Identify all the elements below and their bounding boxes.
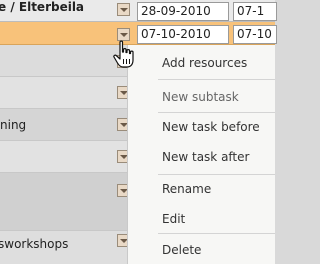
task-row[interactable] (0, 141, 140, 173)
task-dropdown-button-header[interactable] (117, 3, 130, 16)
task-row[interactable]: sworkshops (0, 231, 140, 264)
menu-separator (158, 233, 275, 234)
menu-separator (158, 79, 275, 80)
task-row[interactable] (0, 77, 140, 109)
menu-item-new-subtask[interactable]: New subtask (128, 85, 275, 109)
task-name-header: e / Elterbeila (0, 0, 85, 14)
menu-item-rename[interactable]: Rename (128, 177, 275, 201)
menu-separator (158, 112, 275, 113)
task-row[interactable]: ning (0, 109, 140, 141)
start-date-cell[interactable]: 28-09-2010 (137, 2, 229, 21)
hand-pointer-icon (113, 40, 134, 68)
menu-item-new-task-before[interactable]: New task before (128, 115, 275, 139)
start-date-cell-selected[interactable]: 07-10-2010 (137, 25, 229, 44)
menu-item-add-resources[interactable]: Add resources (128, 51, 275, 75)
end-date-cell-selected[interactable]: 07-10 (233, 25, 277, 44)
menu-item-new-task-after[interactable]: New task after (128, 145, 275, 169)
task-row-selected[interactable]: 07-10-2010 07-10 (0, 22, 277, 45)
end-date-cell[interactable]: 07-1 (233, 2, 277, 21)
menu-separator (158, 174, 275, 175)
task-name: ning (0, 117, 27, 132)
task-name: sworkshops (0, 236, 69, 251)
task-row[interactable] (0, 173, 140, 231)
context-menu: Add resources New subtask New task befor… (127, 45, 275, 264)
menu-item-edit[interactable]: Edit (128, 207, 275, 231)
menu-item-delete[interactable]: Delete (128, 238, 275, 262)
task-row-header[interactable]: e / Elterbeila 28-09-2010 07-1 (0, 0, 277, 22)
